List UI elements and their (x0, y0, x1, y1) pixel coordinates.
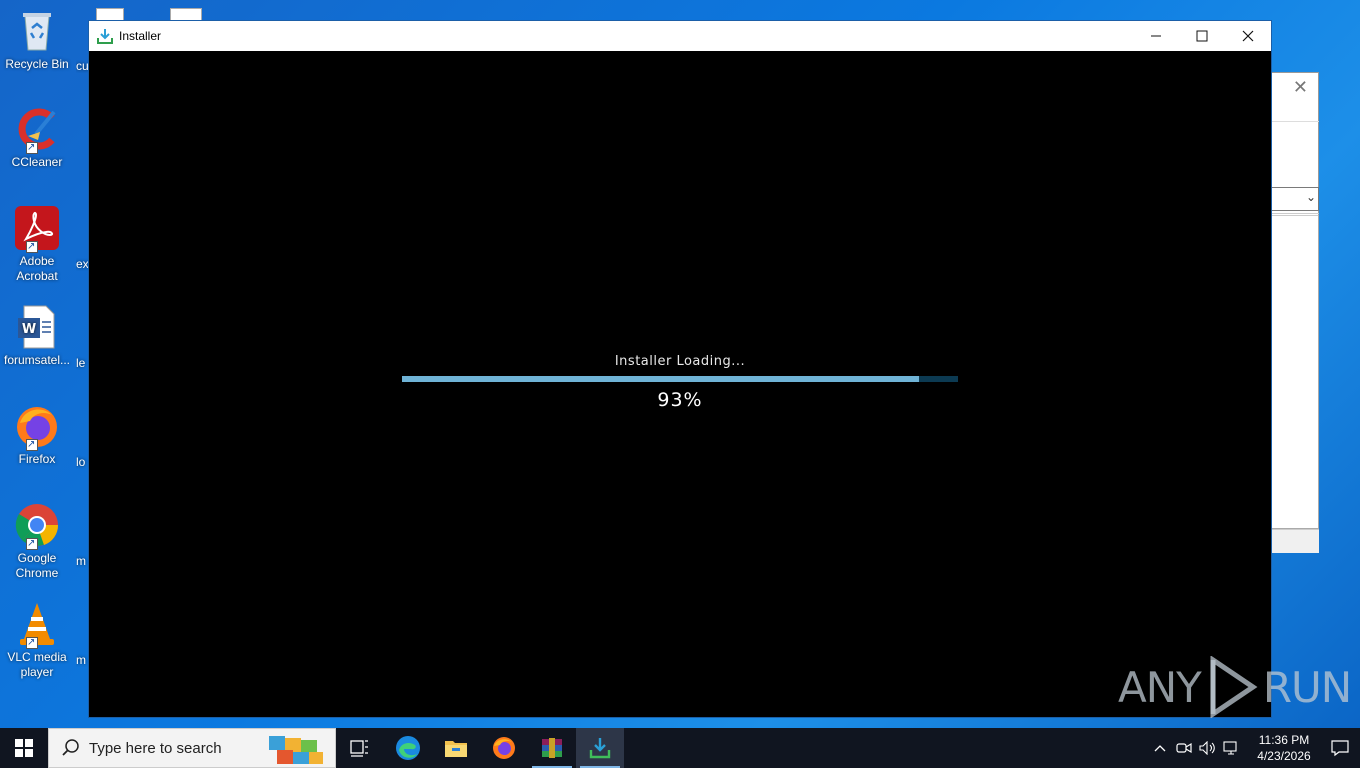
network-button[interactable] (1220, 741, 1244, 755)
notification-icon (1331, 740, 1349, 757)
watermark-left-text: ANY (1118, 662, 1202, 712)
svg-text:W: W (22, 322, 36, 337)
desktop-icon-label: Adobe Acrobat (16, 254, 58, 283)
search-placeholder: Type here to search (89, 739, 222, 757)
clock-time: 11:36 PM (1258, 733, 1310, 747)
desktop-icons: Recycle Bin CCleaner Adobe Acrobat W for… (0, 0, 80, 728)
background-dialog-close-icon[interactable]: ✕ (1293, 77, 1308, 98)
installer-download-icon (97, 28, 113, 44)
speaker-icon (1199, 741, 1215, 755)
taskbar-clock[interactable]: 11:36 PM 4/23/2026 (1248, 732, 1320, 764)
ccleaner-icon (14, 106, 60, 155)
desktop-icon-ccleaner[interactable]: CCleaner (2, 106, 72, 170)
maximize-button[interactable] (1179, 21, 1225, 51)
show-hidden-icons-button[interactable] (1148, 744, 1172, 752)
taskbar-edge[interactable] (384, 728, 432, 768)
search-icon (62, 739, 79, 756)
partial-desktop-label: cu (76, 59, 88, 73)
loading-status-text: Installer Loading... (614, 354, 746, 369)
window-title: Installer (119, 29, 162, 43)
desktop-icon-vlc[interactable]: VLC media player (2, 601, 72, 680)
installer-download-icon (589, 738, 611, 759)
minimize-icon (1151, 35, 1161, 37)
taskbar-firefox[interactable] (480, 728, 528, 768)
vlc-icon (14, 601, 60, 650)
system-tray: 11:36 PM 4/23/2026 (1148, 728, 1360, 768)
chrome-icon (14, 502, 60, 551)
taskbar-search-box[interactable]: Type here to search (48, 728, 336, 768)
installer-titlebar[interactable]: Installer (89, 21, 1271, 51)
play-logo-icon (1210, 656, 1258, 718)
chevron-down-icon: ⌄ (1305, 190, 1316, 204)
desktop-icon-google-chrome[interactable]: Google Chrome (2, 502, 72, 581)
taskbar-winrar[interactable] (528, 728, 576, 768)
word-document-icon: W (14, 304, 60, 350)
progress-percent-text: 93% (657, 389, 703, 411)
partial-desktop-label: m (76, 554, 86, 568)
notifications-button[interactable] (1320, 739, 1360, 757)
chevron-up-icon (1154, 745, 1166, 752)
progress-fill (402, 376, 920, 382)
installer-window: Installer Installer Loading... 93% (88, 20, 1272, 718)
volume-button[interactable] (1196, 741, 1220, 755)
desktop-icon-label: VLC media player (7, 650, 67, 679)
desktop-icon-word-document[interactable]: W forumsatel... (2, 304, 72, 368)
partial-desktop-label: ex (76, 257, 88, 271)
camera-icon (1176, 742, 1192, 754)
minimize-button[interactable] (1133, 21, 1179, 51)
desktop-icon-label: Firefox (18, 452, 56, 466)
close-icon (1242, 30, 1254, 42)
taskbar: Type here to search 11:36 PM 4/23/2026 (0, 728, 1360, 768)
taskbar-file-explorer[interactable] (432, 728, 480, 768)
installer-content: Installer Loading... 93% (89, 51, 1271, 717)
windows-logo-icon (15, 739, 33, 757)
desktop-icon-label: Google Chrome (15, 551, 59, 580)
desktop-icon-label: CCleaner (11, 155, 63, 169)
network-icon (1223, 741, 1237, 755)
edge-icon (396, 736, 420, 760)
maximize-icon (1196, 30, 1208, 42)
clock-date: 4/23/2026 (1257, 749, 1311, 763)
partial-desktop-label: lo (76, 455, 86, 469)
partial-desktop-label: m (76, 653, 86, 667)
desktop-icon-label: forumsatel... (3, 353, 71, 367)
start-button[interactable] (0, 728, 48, 768)
recycle-bin-icon (14, 8, 60, 54)
winrar-icon (542, 738, 562, 758)
loading-progress-bar (402, 376, 958, 382)
firefox-icon (493, 737, 515, 759)
taskbar-installer[interactable] (576, 728, 624, 768)
anyrun-watermark: ANY RUN (1118, 656, 1352, 718)
partial-desktop-label: le (76, 356, 86, 370)
meet-now-button[interactable] (1172, 741, 1196, 755)
task-view-button[interactable] (336, 728, 384, 768)
close-button[interactable] (1225, 21, 1271, 51)
folder-icon (445, 741, 467, 757)
desktop-icon-firefox[interactable]: Firefox (2, 403, 72, 467)
search-highlight-puzzle-icon (269, 736, 323, 764)
acrobat-icon (14, 205, 60, 254)
watermark-right-text: RUN (1262, 662, 1352, 712)
firefox-icon (14, 403, 60, 452)
desktop-icon-label: Recycle Bin (5, 57, 69, 71)
desktop-icon-recycle-bin[interactable]: Recycle Bin (2, 8, 72, 72)
task-view-icon (350, 740, 368, 757)
desktop-icon-adobe-acrobat[interactable]: Adobe Acrobat (2, 205, 72, 284)
